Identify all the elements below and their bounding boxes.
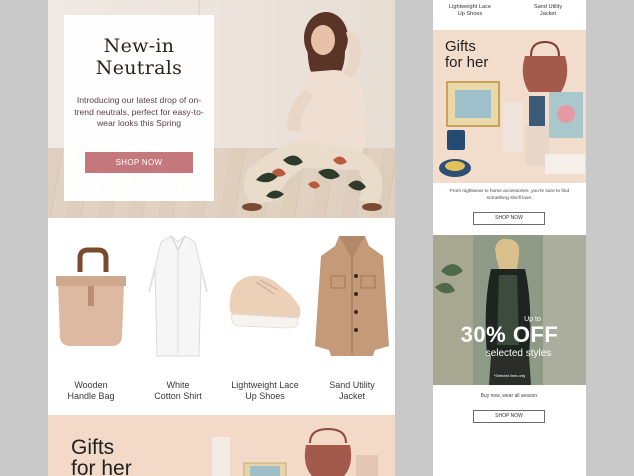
hero-description: Introducing our latest drop of on-trend … [74,95,204,128]
product-label: Lightweight Lace Up Shoes [222,380,308,402]
gifts-title-line1: Gifts [71,436,115,459]
gifts-title-line2: for her [71,457,132,476]
sale-fine-print: *Selected lines only [493,374,526,378]
product-label: Wooden Handle Bag [48,380,134,402]
product-name-line2: Cotton Shirt [154,391,202,401]
model-image [242,12,383,211]
product-label: Sand Utility Jacket [513,4,583,18]
email-preview-mobile: Lightweight Lace Up Shoes Sand Utility J… [433,0,586,476]
shop-now-button[interactable]: SHOP NOW [85,151,193,173]
email-preview-main: New-in Neutrals Introducing our latest d… [48,0,395,476]
product-name-line1: Lightweight Lace [449,4,491,10]
product-name-line2: Handle Bag [67,391,115,401]
sale-subline: selected styles [485,348,552,359]
gift-products-image [439,40,585,177]
product-label: Lightweight Lace Up Shoes [435,4,505,18]
product-name-line1: Sand Utility [533,4,563,10]
product-name-line1: Sand Utility [329,380,375,390]
sale-description: Buy now, wear all season. [480,393,539,399]
shoe-icon [229,275,301,329]
product-card[interactable]: Wooden Handle Bag [48,228,134,408]
product-grid: Wooden Handle Bag White Cotton Shirt Lig… [48,218,395,415]
jacket-icon [315,236,389,356]
gifts-for-her-banner[interactable]: Gifts for her [48,415,395,476]
sale-banner[interactable]: Up to 30% OFF selected styles *Selected … [433,235,586,385]
hero-title-line1: New-in [103,35,175,57]
shop-now-button[interactable]: SHOP NOW [473,212,545,225]
gifts-for-her-banner[interactable]: Gifts for her [433,30,586,183]
product-card[interactable]: Lightweight Lace Up Shoes [222,228,308,408]
hero-title: New-in Neutrals [64,35,214,79]
product-card[interactable]: White Cotton Shirt [135,228,221,408]
gifts-description: From nightwear to home accessories, you'… [449,189,570,201]
product-label: White Cotton Shirt [135,380,221,402]
product-name-line2: Jacket [338,391,365,401]
handbag-icon [56,247,126,346]
sale-model-image [433,235,586,385]
product-name-line1: White [166,380,190,390]
hero-title-line2: Neutrals [95,57,183,79]
sale-headline: 30% OFF [460,322,559,347]
gifts-title: Gifts for her [71,437,132,476]
product-name-line2: Jacket [539,11,557,17]
product-card[interactable]: Sand Utility Jacket [309,228,395,408]
product-name-line2: Up Shoes [245,391,285,401]
hero-banner[interactable]: New-in Neutrals Introducing our latest d… [48,0,395,218]
hero-text-card: New-in Neutrals Introducing our latest d… [64,15,214,201]
product-name-line1: Lightweight Lace [231,380,299,390]
product-name-line1: Wooden [74,380,108,390]
gift-products-image [212,427,378,476]
shop-now-button[interactable]: SHOP NOW [473,410,545,423]
product-name-line2: Up Shoes [457,11,483,17]
product-label: Sand Utility Jacket [309,380,395,402]
shirt-icon [148,235,208,357]
